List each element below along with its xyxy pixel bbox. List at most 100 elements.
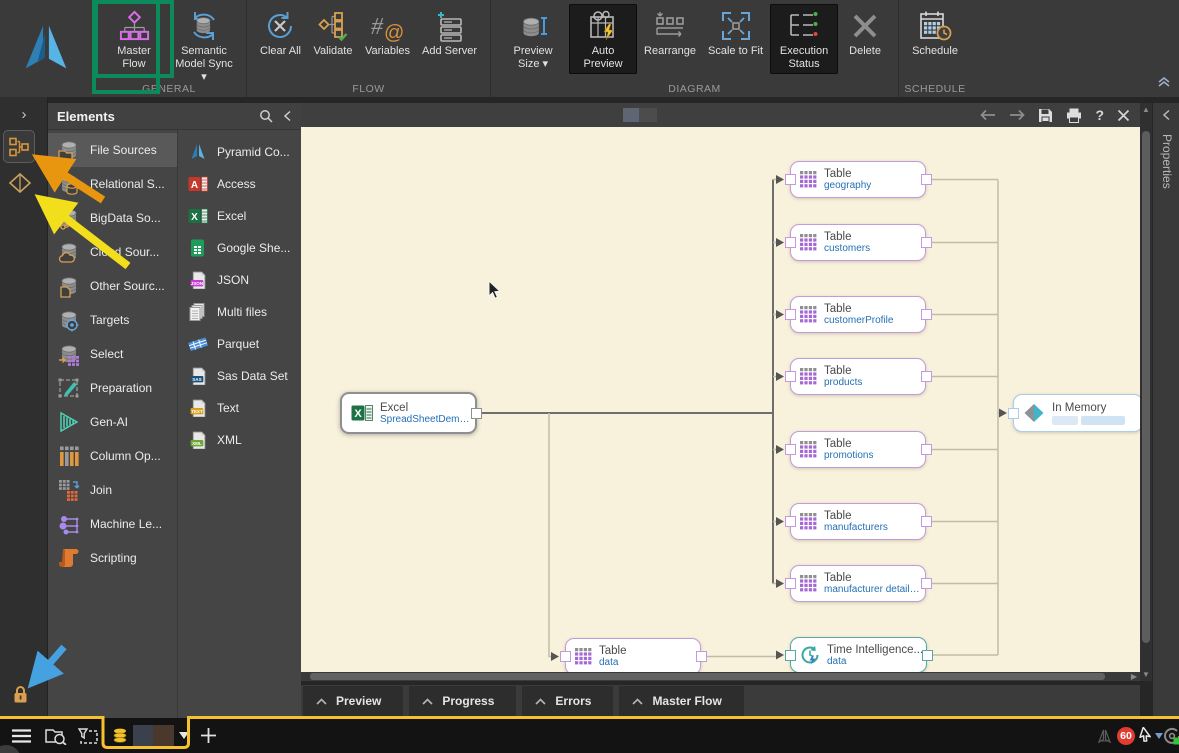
connection-status-icon[interactable] <box>1163 718 1179 753</box>
input-port[interactable] <box>785 516 796 527</box>
ribbon-button-rearrange[interactable]: Rearrange <box>639 4 701 61</box>
expand-properties-icon[interactable] <box>1153 109 1179 124</box>
save-icon[interactable] <box>1038 108 1053 123</box>
element-category-column-op[interactable]: Column Op... <box>48 439 177 473</box>
collapse-elements-panel-icon[interactable] <box>283 110 292 122</box>
add-tab-icon[interactable] <box>201 718 216 753</box>
output-port[interactable] <box>471 408 482 419</box>
input-port[interactable] <box>785 174 796 185</box>
element-category-preparation[interactable]: Preparation <box>48 371 177 405</box>
input-port[interactable] <box>785 650 796 661</box>
hscroll-right-arrow[interactable]: ▶ <box>1131 672 1137 681</box>
output-port[interactable] <box>921 516 932 527</box>
canvas-horizontal-scrollbar[interactable]: ▶ <box>301 672 1140 681</box>
menu-icon[interactable] <box>12 718 31 753</box>
bottom-tab-preview[interactable]: Preview <box>303 686 403 716</box>
canvas-vertical-scrollbar[interactable]: ▲ ▼ <box>1140 103 1152 681</box>
node-time-intelligence[interactable]: Time Intelligence...data <box>790 637 927 672</box>
pointer-dropdown-icon[interactable] <box>1155 718 1163 753</box>
node-table-promotions[interactable]: Tablepromotions <box>790 431 926 468</box>
input-port[interactable] <box>785 578 796 589</box>
ribbon-button-variables[interactable]: #@Variables <box>360 4 415 61</box>
search-icon[interactable] <box>259 109 273 123</box>
element-item-multi-files[interactable]: Multi files <box>178 296 301 328</box>
error-count-badge[interactable]: 60 <box>1117 718 1135 753</box>
element-item-sas-data-set[interactable]: SASSas Data Set <box>178 360 301 392</box>
element-category-cloud-sour[interactable]: Cloud Sour... <box>48 235 177 269</box>
print-icon[interactable] <box>1066 108 1082 123</box>
element-category-targets[interactable]: Targets <box>48 303 177 337</box>
close-icon[interactable] <box>1117 109 1130 122</box>
rail-flow-elements-button[interactable] <box>3 130 35 163</box>
ribbon-button-scale-to-fit[interactable]: Scale to Fit <box>703 4 768 61</box>
output-port[interactable] <box>921 237 932 248</box>
vscroll-up-arrow[interactable]: ▲ <box>1140 105 1152 114</box>
output-port[interactable] <box>922 650 933 661</box>
content-search-icon[interactable] <box>45 718 67 753</box>
back-icon[interactable] <box>980 109 996 121</box>
filter-clipboard-icon[interactable] <box>77 718 99 753</box>
ribbon-button-master-flow[interactable]: Master Flow <box>100 4 168 74</box>
output-port[interactable] <box>921 371 932 382</box>
bottom-tab-master-flow[interactable]: Master Flow <box>619 686 743 716</box>
rail-model-button[interactable] <box>7 171 33 195</box>
database-selector[interactable] <box>112 718 189 753</box>
element-category-other-sourc[interactable]: Other Sourc... <box>48 269 177 303</box>
input-port[interactable] <box>785 309 796 320</box>
node-table-manufacturer-details[interactable]: Tablemanufacturer details... <box>790 565 926 602</box>
element-item-access[interactable]: AAccess <box>178 168 301 200</box>
lock-icon[interactable] <box>12 685 29 709</box>
ribbon-button-semantic-model-sync[interactable]: Semantic Model Sync ▾ <box>170 4 238 88</box>
ribbon-button-delete[interactable]: Delete <box>840 4 890 61</box>
node-excel-source[interactable]: XExcelSpreadSheetDemo_... <box>340 392 477 434</box>
element-item-json[interactable]: JSONJSON <box>178 264 301 296</box>
ribbon-button-auto-preview[interactable]: Auto Preview <box>569 4 637 74</box>
node-in-memory[interactable]: In Memory <box>1013 394 1140 432</box>
output-port[interactable] <box>921 578 932 589</box>
vscroll-thumb[interactable] <box>1142 131 1150 643</box>
forward-icon[interactable] <box>1009 109 1025 121</box>
element-category-join[interactable]: Join <box>48 473 177 507</box>
element-category-gen-ai[interactable]: Gen-AI <box>48 405 177 439</box>
pyramid-status-icon[interactable] <box>1096 718 1113 753</box>
output-port[interactable] <box>921 309 932 320</box>
element-item-excel[interactable]: XExcel <box>178 200 301 232</box>
bottom-tab-errors[interactable]: Errors <box>522 686 613 716</box>
ribbon-button-execution-status[interactable]: Execution Status <box>770 4 838 74</box>
ribbon-button-schedule[interactable]: Schedule <box>907 4 963 61</box>
input-port[interactable] <box>560 651 571 662</box>
element-category-select[interactable]: Select <box>48 337 177 371</box>
input-port[interactable] <box>1008 408 1019 419</box>
node-table-geography[interactable]: Tablegeography <box>790 161 926 198</box>
element-item-xml[interactable]: XMLXML <box>178 424 301 456</box>
input-port[interactable] <box>785 371 796 382</box>
vscroll-down-arrow[interactable]: ▼ <box>1140 670 1152 679</box>
pointer-tool-icon[interactable] <box>1138 718 1154 753</box>
node-table-manufacturers[interactable]: Tablemanufacturers <box>790 503 926 540</box>
node-table-data[interactable]: Tabledata <box>565 638 701 672</box>
hscroll-thumb[interactable] <box>310 673 1105 680</box>
collapse-ribbon-icon[interactable] <box>1157 75 1171 93</box>
ribbon-button-add-server[interactable]: Add Server <box>417 4 482 61</box>
element-category-scripting[interactable]: Scripting <box>48 541 177 575</box>
node-table-customerprofile[interactable]: TablecustomerProfile <box>790 296 926 333</box>
element-item-pyramid-co[interactable]: Pyramid Co... <box>178 136 301 168</box>
properties-panel-title[interactable]: Properties <box>1160 134 1174 189</box>
ribbon-button-preview-size[interactable]: Preview Size ▾ <box>499 4 567 74</box>
element-category-relational-s[interactable]: Relational S... <box>48 167 177 201</box>
flow-canvas[interactable]: XExcelSpreadSheetDemo_... Tablegeography T… <box>301 127 1140 672</box>
element-category-bigdata-so[interactable]: BigData So... <box>48 201 177 235</box>
element-category-machine-le[interactable]: Machine Le... <box>48 507 177 541</box>
input-port[interactable] <box>785 237 796 248</box>
expand-rail-icon[interactable]: › <box>0 106 48 123</box>
element-item-parquet[interactable]: Parquet <box>178 328 301 360</box>
element-item-text[interactable]: TEXTText <box>178 392 301 424</box>
output-port[interactable] <box>921 174 932 185</box>
element-category-file-sources[interactable]: File Sources <box>48 133 177 167</box>
node-table-products[interactable]: Tableproducts <box>790 358 926 395</box>
element-item-google-she[interactable]: Google She... <box>178 232 301 264</box>
output-port[interactable] <box>921 444 932 455</box>
help-icon[interactable]: ? <box>1095 107 1104 123</box>
ribbon-button-validate[interactable]: Validate <box>308 4 358 61</box>
ribbon-button-clear-all[interactable]: Clear All <box>255 4 306 61</box>
